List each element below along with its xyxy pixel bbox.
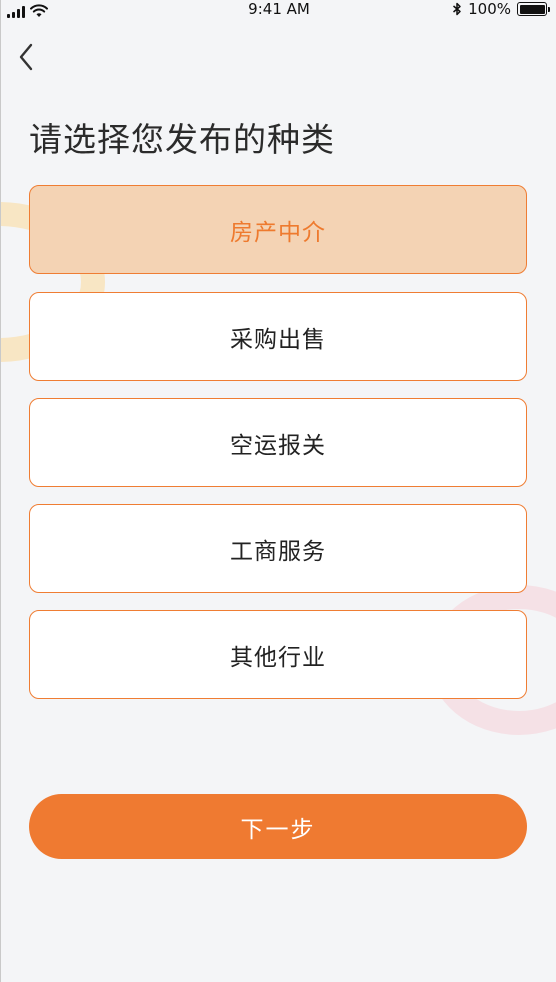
- battery-percent: 100%: [468, 0, 511, 18]
- category-label: 空运报关: [230, 432, 326, 459]
- category-label: 房产中介: [230, 219, 326, 246]
- category-label: 其他行业: [230, 644, 326, 671]
- screen: 9:41 AM 100% 请选择您发布的种类 房产中介 采购出售 空运报关 工商…: [0, 0, 556, 982]
- chevron-left-icon: [19, 43, 33, 71]
- category-option-purchase-sale[interactable]: 采购出售: [29, 292, 527, 381]
- battery-icon: [517, 2, 550, 16]
- category-option-business-services[interactable]: 工商服务: [29, 504, 527, 593]
- category-label: 工商服务: [230, 538, 326, 565]
- next-step-button[interactable]: 下一步: [29, 794, 527, 859]
- category-label: 采购出售: [230, 326, 326, 353]
- status-bar: 9:41 AM 100%: [1, 0, 556, 20]
- battery-fill: [519, 4, 545, 14]
- category-option-air-freight-customs[interactable]: 空运报关: [29, 398, 527, 487]
- category-option-real-estate[interactable]: 房产中介: [29, 185, 527, 274]
- next-step-label: 下一步: [240, 816, 316, 843]
- back-button[interactable]: [11, 40, 41, 74]
- bluetooth-icon: [453, 2, 461, 16]
- status-right: 100%: [452, 0, 550, 18]
- page-title: 请选择您发布的种类: [29, 120, 335, 159]
- category-option-other-industries[interactable]: 其他行业: [29, 610, 527, 699]
